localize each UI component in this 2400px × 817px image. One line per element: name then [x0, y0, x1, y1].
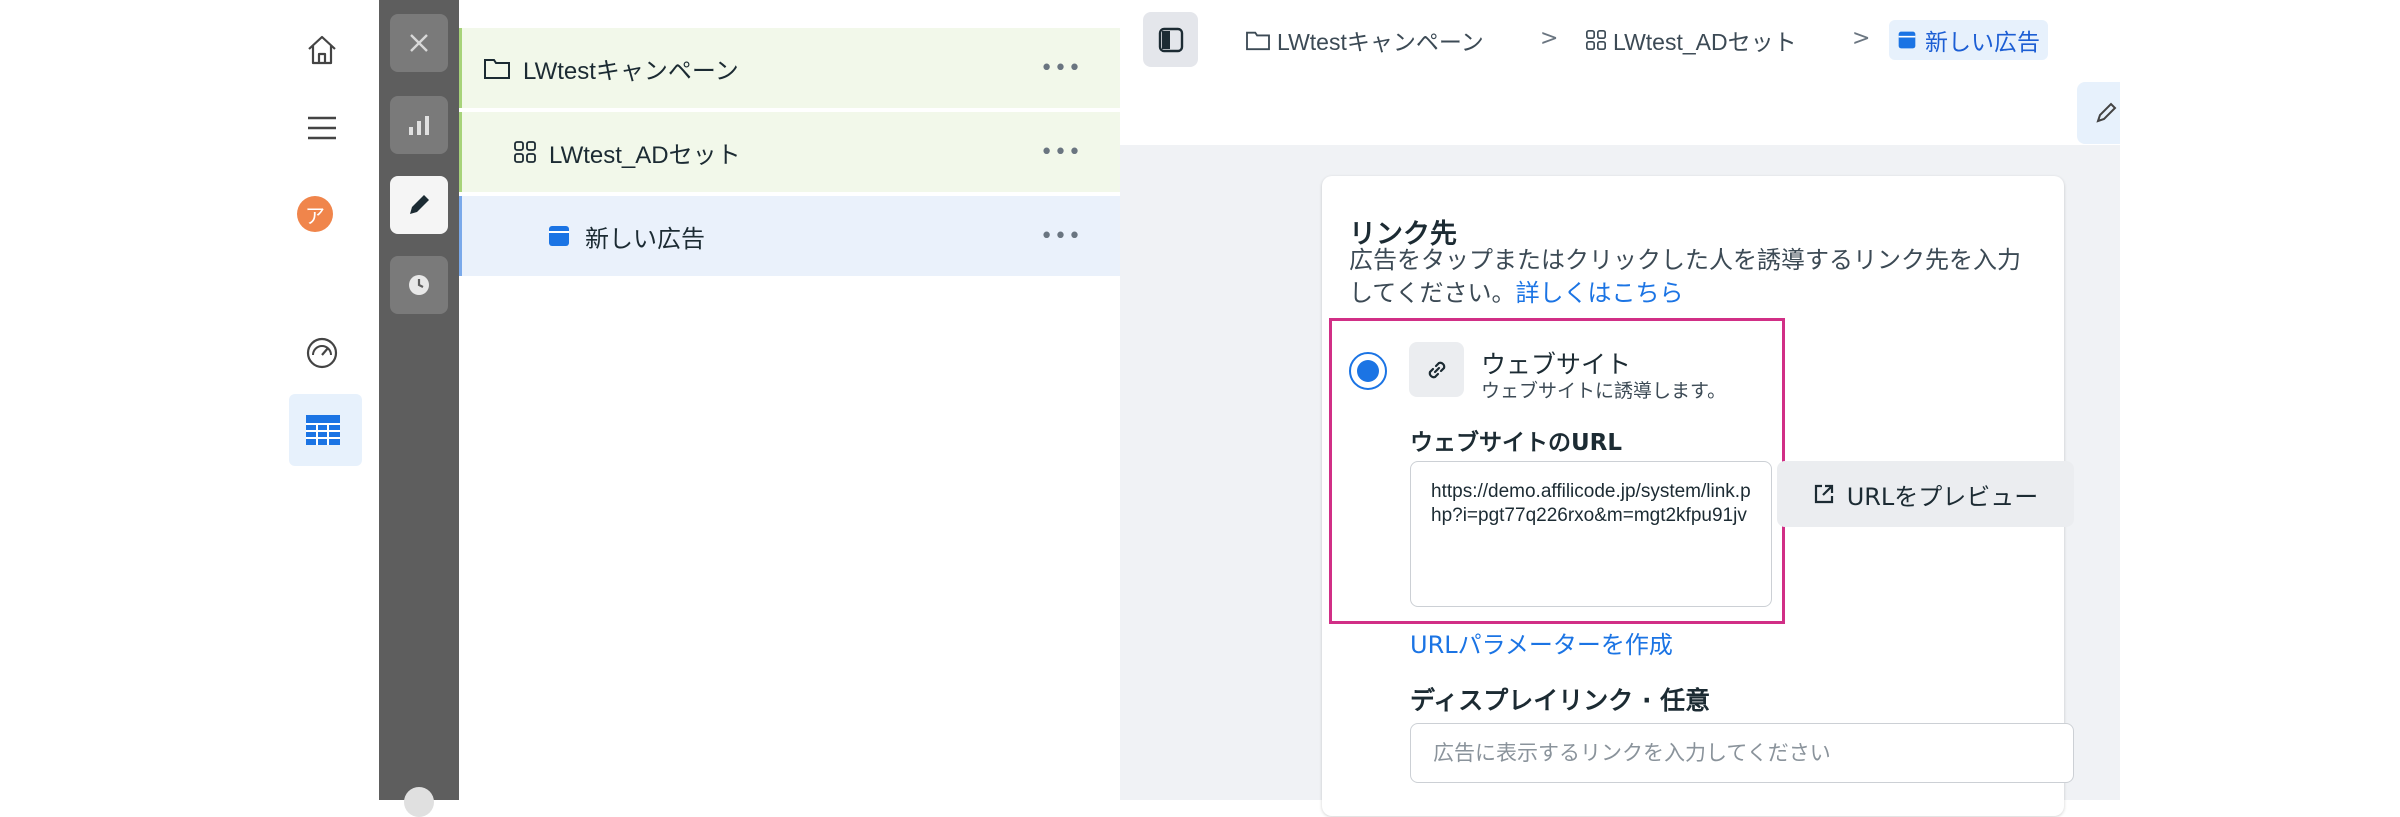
link-chain-icon-box	[1409, 342, 1464, 397]
radio-selected-dot	[1357, 360, 1379, 382]
display-link-label: ディスプレイリンク · 任意	[1410, 686, 1711, 715]
pencil-icon	[2096, 102, 2117, 123]
avatar[interactable]: ア	[297, 196, 333, 232]
adset-grid-icon	[514, 141, 536, 163]
ad-icon	[1898, 31, 1916, 49]
edit-button[interactable]	[390, 176, 448, 234]
tree-row-campaign[interactable]: LWtestキャンペーン •••	[459, 28, 1120, 108]
url-preview-label: URLをプレビュー	[1846, 482, 2039, 511]
external-link-icon	[1814, 484, 1833, 504]
website-url-label: ウェブサイトのURL	[1410, 430, 1623, 456]
menu-icon[interactable]	[302, 108, 342, 148]
table-icon[interactable]	[304, 411, 342, 449]
chart-button[interactable]	[390, 96, 448, 154]
folder-icon	[484, 59, 510, 79]
dashboard-gauge-icon[interactable]	[302, 333, 342, 373]
history-icon	[409, 275, 429, 295]
tree-adset-label: LWtest_ADセット	[549, 141, 741, 169]
edit-tab[interactable]	[2077, 82, 2120, 144]
website-radio[interactable]	[1349, 352, 1387, 390]
tree-campaign-label: LWtestキャンペーン	[523, 57, 739, 85]
tree-ad-label: 新しい広告	[585, 224, 705, 253]
learn-more-link[interactable]: 詳しくはこちら	[1516, 279, 1684, 307]
breadcrumb-ad-label: 新しい広告	[1925, 30, 2040, 56]
ad-more-button[interactable]: •••	[1040, 224, 1082, 249]
link-chain-icon	[1428, 361, 1445, 378]
breadcrumb-separator: >	[1852, 26, 1871, 51]
build-url-params-link[interactable]: URLパラメーターを作成	[1410, 625, 1673, 660]
website-option-subtitle: ウェブサイトに誘導します。	[1481, 380, 1727, 402]
folder-icon	[1246, 31, 1270, 51]
ad-icon	[549, 226, 569, 246]
destination-description: 広告をタップまたはクリックした人を誘導するリンク先を入力 してください。詳しくは…	[1349, 244, 2049, 310]
url-preview-button[interactable]: URLをプレビュー	[1777, 461, 2074, 527]
home-icon[interactable]	[302, 30, 342, 70]
destination-description-text: してください。	[1349, 279, 1516, 307]
chart-icon	[409, 116, 429, 135]
website-url-field[interactable]: https://demo.affilicode.jp/system/link.p…	[1410, 461, 1772, 607]
breadcrumb-separator: >	[1540, 26, 1559, 51]
adset-grid-icon	[1586, 30, 1606, 50]
adset-more-button[interactable]: •••	[1040, 140, 1082, 165]
breadcrumb-campaign[interactable]: LWtestキャンペーン	[1245, 20, 1484, 60]
rail-bottom-icon[interactable]	[404, 787, 434, 817]
panel-toggle-button[interactable]	[1143, 12, 1198, 67]
tree-row-adset[interactable]: LWtest_ADセット •••	[459, 112, 1120, 192]
close-icon	[410, 34, 428, 52]
campaign-more-button[interactable]: •••	[1040, 56, 1082, 81]
breadcrumb-adset-label: LWtest_ADセット	[1613, 29, 1797, 55]
breadcrumb-ad[interactable]: 新しい広告	[1889, 20, 2048, 60]
close-button[interactable]	[390, 14, 448, 72]
display-link-input[interactable]	[1410, 723, 2074, 783]
panel-toggle-icon	[1158, 27, 1183, 52]
breadcrumb-adset[interactable]: LWtest_ADセット	[1585, 20, 1797, 60]
destination-description-line2: してください。詳しくはこちら	[1349, 277, 2049, 310]
tree-row-ad[interactable]: 新しい広告 •••	[459, 196, 1120, 276]
right-margin	[2120, 0, 2400, 800]
history-button[interactable]	[390, 256, 448, 314]
edit-icon	[410, 195, 429, 214]
destination-description-line1: 広告をタップまたはクリックした人を誘導するリンク先を入力	[1349, 246, 2021, 274]
breadcrumb-campaign-label: LWtestキャンペーン	[1277, 29, 1484, 55]
